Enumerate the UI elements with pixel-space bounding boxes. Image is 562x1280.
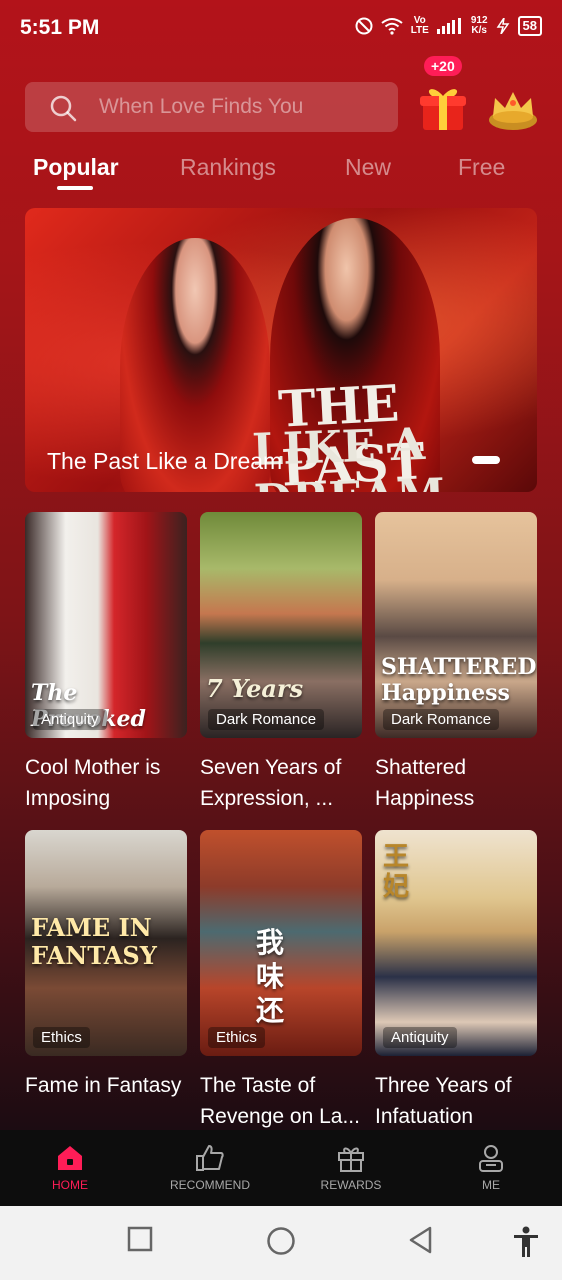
nav-me[interactable]: ME: [421, 1130, 561, 1206]
tab-rankings[interactable]: Rankings: [180, 154, 276, 181]
recent-apps-icon[interactable]: [127, 1226, 153, 1252]
status-bar: 5:51 PM Vo LTE 912 K/s 58: [0, 0, 562, 58]
drama-cover: The Provoked Antiquity: [25, 512, 187, 738]
reward-badge: +20: [424, 56, 462, 76]
drama-card[interactable]: 我味还 Ethics The Taste of Revenge on La...: [200, 830, 362, 1132]
genre-tag: Dark Romance: [208, 709, 325, 730]
genre-tag: Antiquity: [33, 709, 107, 730]
carousel-indicator: [472, 456, 500, 464]
cover-title-art: 王妃: [383, 842, 410, 902]
network-type: Vo LTE: [410, 15, 429, 36]
drama-card[interactable]: 7 Years Dark Romance Seven Years of Expr…: [200, 512, 362, 814]
genre-tag: Ethics: [208, 1027, 265, 1048]
home-circle-icon[interactable]: [266, 1226, 296, 1256]
system-nav-bar: [0, 1206, 562, 1280]
thumbs-up-icon: [196, 1145, 224, 1171]
cover-title-art: 我味还: [256, 926, 285, 1027]
genre-tag: Ethics: [33, 1027, 90, 1048]
tab-free[interactable]: Free: [458, 154, 505, 181]
genre-tag: Dark Romance: [383, 709, 500, 730]
genre-tag: Antiquity: [383, 1027, 457, 1048]
cover-title-art: SHATTERED Happiness: [381, 654, 537, 706]
tab-new[interactable]: New: [345, 154, 391, 181]
nav-home[interactable]: HOME: [0, 1130, 140, 1206]
home-icon: [58, 1146, 82, 1170]
signal-icon: [436, 18, 461, 34]
featured-banner[interactable]: THE PAST LIKE A DREAM The Past Like a Dr…: [25, 208, 537, 492]
drama-title: The Taste of Revenge on La...: [200, 1074, 360, 1128]
banner-title: The Past Like a Dream: [47, 448, 283, 474]
crown-icon[interactable]: [487, 86, 539, 132]
banner-logo-line2: LIKE A DREAM: [251, 418, 446, 492]
drama-title: Three Years of Infatuation: [375, 1074, 512, 1128]
gift-icon: [338, 1147, 364, 1172]
bottom-nav: HOME RECOMMEND REWARDS ME: [0, 1130, 562, 1206]
gift-box-icon[interactable]: [418, 82, 468, 132]
active-tab-indicator: [57, 186, 93, 190]
search-bar[interactable]: When Love Finds You: [25, 82, 398, 132]
wifi-icon: [381, 18, 403, 35]
charging-icon: [496, 18, 509, 34]
nav-label: RECOMMEND: [170, 1178, 250, 1192]
search-icon: [50, 95, 77, 122]
status-time: 5:51 PM: [20, 16, 100, 39]
battery-level: 58: [517, 16, 542, 36]
nav-label: ME: [482, 1178, 500, 1192]
nav-label: HOME: [52, 1178, 88, 1192]
back-icon[interactable]: [408, 1226, 434, 1254]
network-speed: 912 K/s: [470, 15, 488, 36]
drama-card[interactable]: 王妃 Antiquity Three Years of Infatuation: [375, 830, 537, 1132]
cover-title-art: 7 Years: [206, 674, 304, 703]
search-placeholder: When Love Finds You: [99, 95, 304, 118]
drama-title: Seven Years of Expression, ...: [200, 756, 342, 810]
drama-card[interactable]: SHATTERED Happiness Dark Romance Shatter…: [375, 512, 537, 814]
nav-recommend[interactable]: RECOMMEND: [140, 1130, 280, 1206]
drama-cover: SHATTERED Happiness Dark Romance: [375, 512, 537, 738]
drama-cover: FAME IN FANTASY Ethics: [25, 830, 187, 1056]
tab-popular[interactable]: Popular: [33, 154, 119, 181]
do-not-disturb-icon: [355, 17, 373, 35]
drama-title: Fame in Fantasy: [25, 1074, 182, 1097]
category-tabs: Popular Rankings New Free: [0, 150, 562, 200]
person-icon: [479, 1145, 503, 1172]
nav-rewards[interactable]: REWARDS: [281, 1130, 421, 1206]
drama-card[interactable]: The Provoked Antiquity Cool Mother is Im…: [25, 512, 187, 814]
drama-cover: 7 Years Dark Romance: [200, 512, 362, 738]
drama-title: Shattered Happiness: [375, 756, 475, 810]
drama-cover: 我味还 Ethics: [200, 830, 362, 1056]
accessibility-icon[interactable]: [512, 1226, 540, 1258]
drama-card[interactable]: FAME IN FANTASY Ethics Fame in Fantasy: [25, 830, 187, 1132]
cover-title-art: FAME IN FANTASY: [31, 913, 157, 970]
status-icons: Vo LTE 912 K/s 58: [355, 16, 542, 36]
drama-title: Cool Mother is Imposing: [25, 756, 161, 810]
drama-cover: 王妃 Antiquity: [375, 830, 537, 1056]
nav-label: REWARDS: [320, 1178, 382, 1192]
